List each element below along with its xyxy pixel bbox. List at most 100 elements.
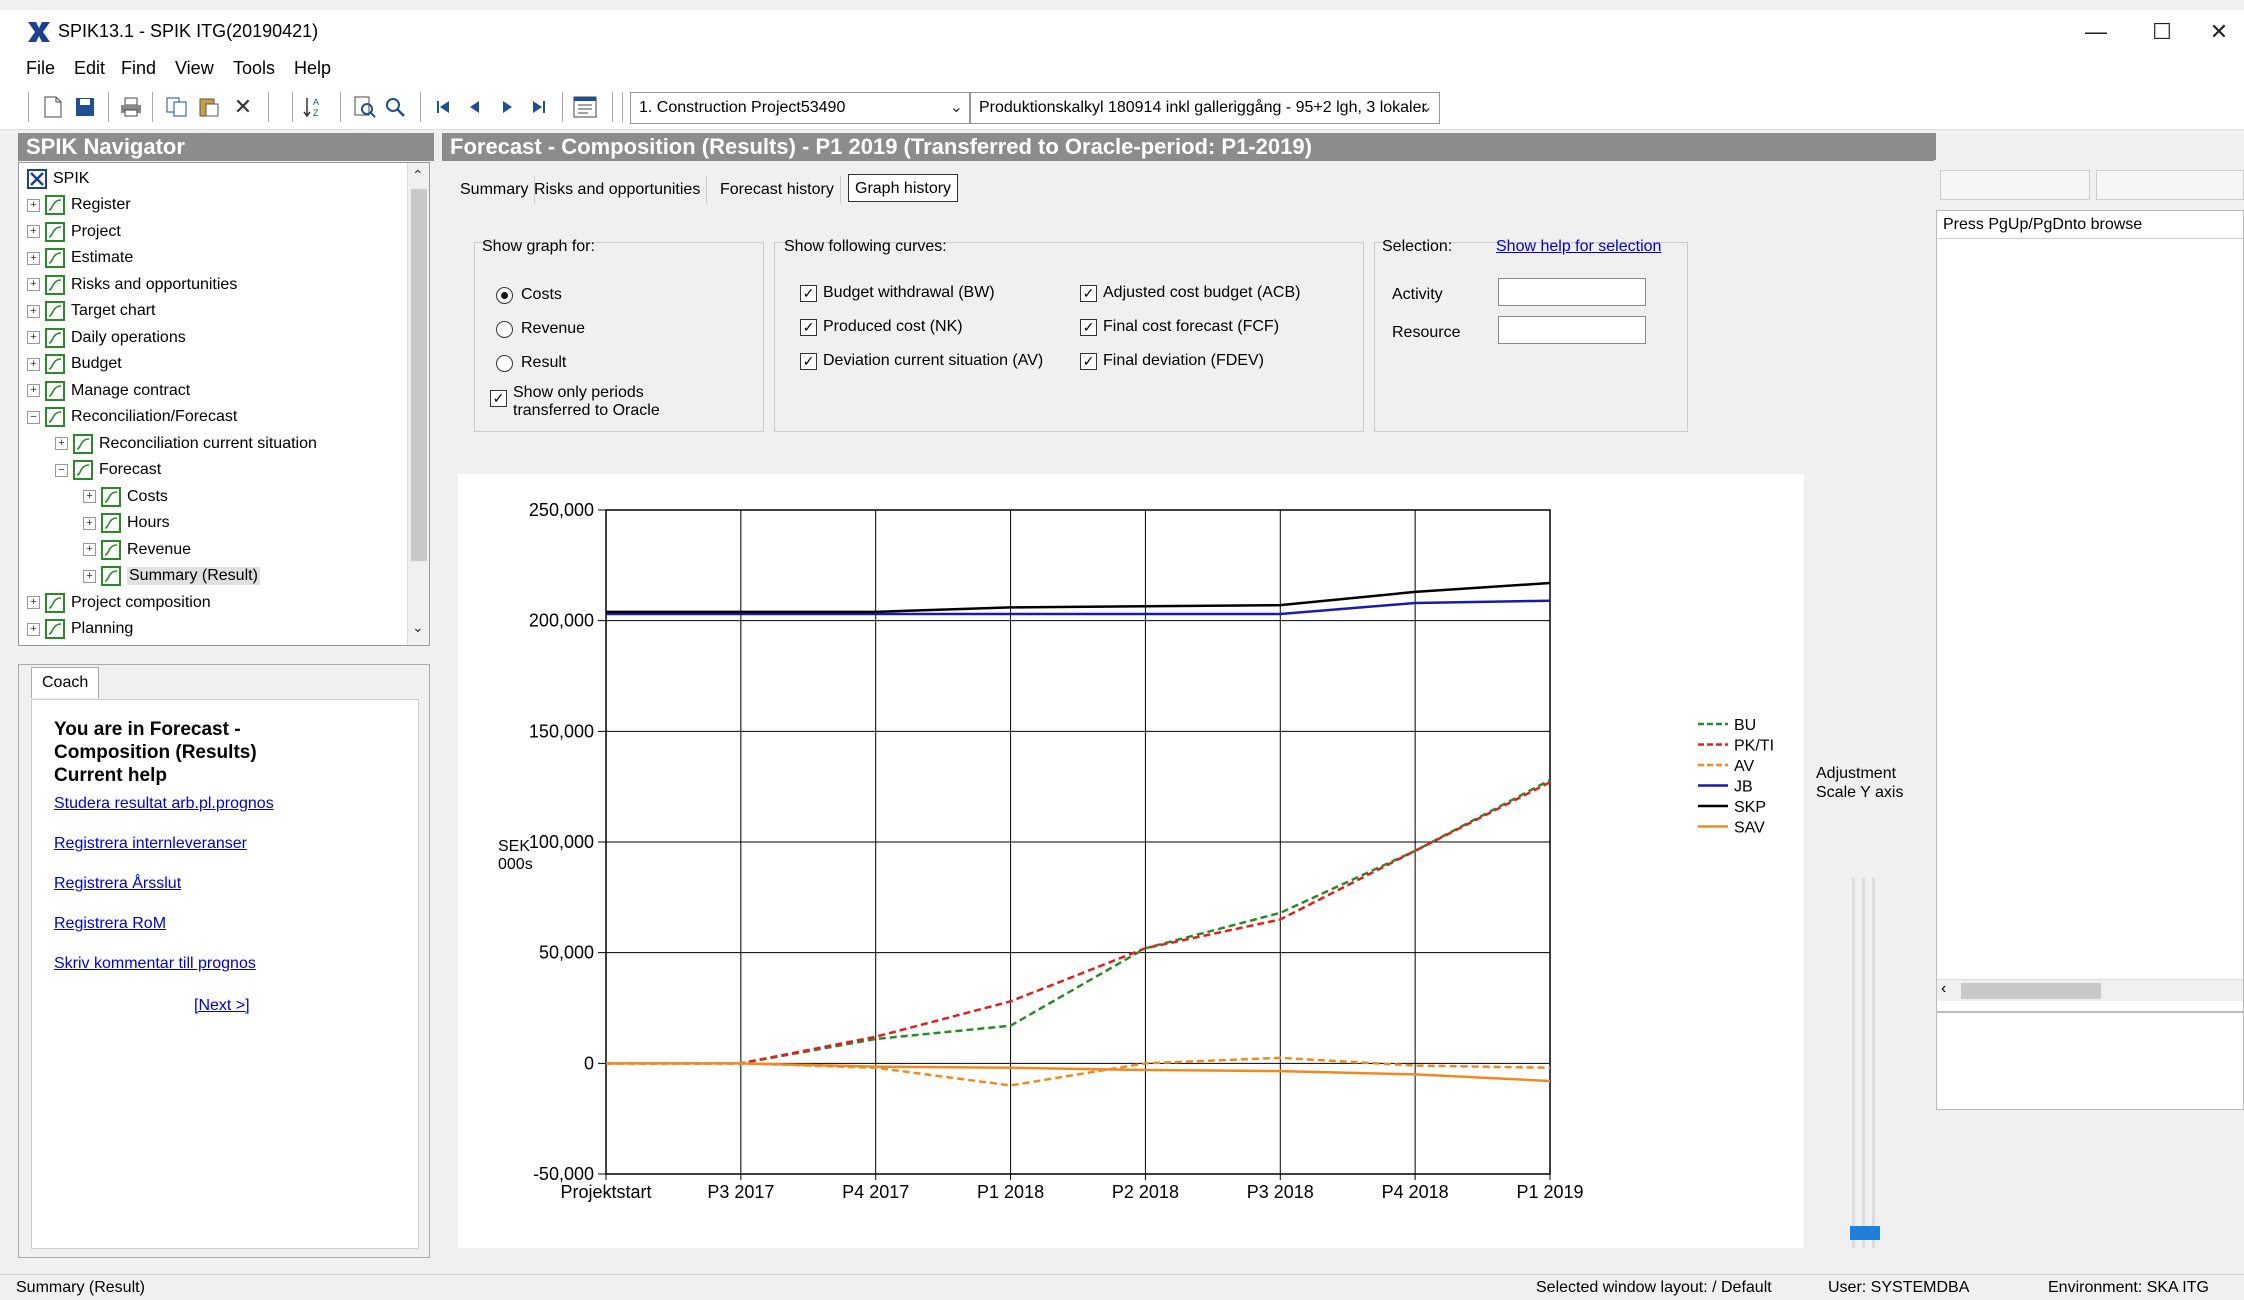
slider-thumb[interactable] xyxy=(1850,1226,1880,1240)
next-record-icon[interactable] xyxy=(494,94,520,120)
tree-item[interactable]: + Project composition xyxy=(27,591,211,615)
tree-item[interactable]: + Register xyxy=(27,193,131,217)
coach-link-1[interactable]: Studera resultat arb.pl.prognos xyxy=(54,795,396,813)
preview-icon[interactable] xyxy=(352,94,378,120)
project-select[interactable]: 1. Construction Project53490 ⌄ xyxy=(630,92,970,124)
tab-forecast-history[interactable]: Forecast history xyxy=(714,176,841,204)
chevron-up-icon[interactable]: ⌃ xyxy=(412,167,424,184)
checkbox-av[interactable]: ✓ Deviation current situation (AV) xyxy=(800,352,1043,370)
tree-item-label: Forecast xyxy=(99,461,162,478)
new-icon[interactable] xyxy=(40,94,66,120)
expand-icon[interactable]: + xyxy=(27,384,40,397)
tree-item[interactable]: + Project xyxy=(27,220,121,244)
expand-icon[interactable]: + xyxy=(83,516,96,530)
tree-item[interactable]: + Planning xyxy=(27,617,133,641)
coach-link-5[interactable]: Skriv kommentar till prognos xyxy=(54,955,396,973)
resource-field[interactable] xyxy=(1498,316,1646,344)
tree-root[interactable]: SPIK xyxy=(27,167,89,191)
previous-record-icon[interactable] xyxy=(462,94,488,120)
print-icon[interactable] xyxy=(118,94,144,120)
expand-icon[interactable]: + xyxy=(27,278,40,291)
maximize-button[interactable]: ☐ xyxy=(2130,10,2194,54)
checkbox-acb[interactable]: ✓ Adjusted cost budget (ACB) xyxy=(1080,284,1300,302)
coach-tab[interactable]: Coach xyxy=(31,667,100,698)
checkbox-fdev[interactable]: ✓ Final deviation (FDEV) xyxy=(1080,352,1264,370)
tree-item[interactable]: + Reconciliation current situation xyxy=(55,432,317,456)
delete-icon[interactable]: ✕ xyxy=(230,94,256,120)
tree-item[interactable]: + Target chart xyxy=(27,299,155,323)
tree-item[interactable]: + Manage contract xyxy=(27,379,190,403)
selection-help-link[interactable]: Show help for selection xyxy=(1496,238,1661,256)
menu-find[interactable]: Find xyxy=(121,58,156,79)
tree-item[interactable]: + Costs xyxy=(83,485,168,509)
expand-icon[interactable]: + xyxy=(27,596,40,609)
expand-icon[interactable]: + xyxy=(27,251,40,265)
only-oracle-checkbox[interactable]: ✓ Show only periods transferred to Oracle xyxy=(490,384,660,420)
tab-graph-history[interactable]: Graph history xyxy=(848,174,959,202)
tree-item[interactable]: − Reconciliation/Forecast xyxy=(27,405,237,429)
minimize-button[interactable]: — xyxy=(2064,10,2128,54)
tab-risks[interactable]: Risks and opportunities xyxy=(528,176,708,204)
expand-icon[interactable]: + xyxy=(83,569,96,583)
tab-summary[interactable]: Summary xyxy=(454,176,536,204)
last-record-icon[interactable] xyxy=(526,94,552,120)
tree-item[interactable]: + Budget xyxy=(27,352,122,376)
expand-icon[interactable]: + xyxy=(27,622,40,636)
coach-link-4[interactable]: Registrera RoM xyxy=(54,915,396,933)
menu-file[interactable]: File xyxy=(26,58,55,79)
calculation-select-value: Produktionskalkyl 180914 inkl galleriggå… xyxy=(979,99,1427,116)
checkbox-nk[interactable]: ✓ Produced cost (NK) xyxy=(800,318,963,336)
checkbox-fcf[interactable]: ✓ Final cost forecast (FCF) xyxy=(1080,318,1279,336)
coach-next-link[interactable]: [Next >] xyxy=(194,997,396,1015)
layout-icon[interactable] xyxy=(572,94,598,120)
coach-link-3[interactable]: Registrera Årsslut xyxy=(54,875,396,893)
calculation-select[interactable]: Produktionskalkyl 180914 inkl galleriggå… xyxy=(970,92,1440,124)
tree-item[interactable]: + Hours xyxy=(83,511,170,535)
tree-item[interactable]: + Daily operations xyxy=(27,326,186,350)
save-icon[interactable] xyxy=(72,94,98,120)
menu-tools[interactable]: Tools xyxy=(233,58,275,79)
sort-icon[interactable]: AZ xyxy=(302,94,328,120)
expand-icon[interactable]: + xyxy=(27,198,40,212)
tree-item[interactable]: − Forecast xyxy=(55,458,161,482)
y-scale-slider[interactable] xyxy=(1848,878,1880,1250)
tree-item[interactable]: + Estimate xyxy=(27,246,133,270)
collapse-icon[interactable]: − xyxy=(27,410,40,424)
expand-icon[interactable]: + xyxy=(27,357,40,371)
close-button[interactable]: ✕ xyxy=(2194,10,2244,54)
activity-field[interactable] xyxy=(1498,278,1646,306)
coach-link-2[interactable]: Registrera internleveranser xyxy=(54,835,396,853)
checkbox-bw[interactable]: ✓ Budget withdrawal (BW) xyxy=(800,284,995,302)
hscroll-thumb[interactable] xyxy=(1961,983,2101,999)
expand-icon[interactable]: + xyxy=(55,437,68,450)
y-tick-label: 100,000 xyxy=(529,832,594,852)
expand-icon[interactable]: + xyxy=(27,225,40,238)
paste-icon[interactable] xyxy=(196,94,222,120)
expand-icon[interactable]: + xyxy=(83,490,96,503)
menu-edit[interactable]: Edit xyxy=(74,58,105,79)
menu-view[interactable]: View xyxy=(175,58,214,79)
search-icon[interactable] xyxy=(382,94,408,120)
radio-costs[interactable]: Costs xyxy=(496,286,562,304)
scrollbar-thumb[interactable] xyxy=(411,189,427,561)
tree-node-icon xyxy=(101,486,121,507)
tree-item[interactable]: + Risks and opportunities xyxy=(27,273,237,297)
radio-result[interactable]: Result xyxy=(496,354,566,372)
first-record-icon[interactable] xyxy=(430,94,456,120)
menu-help[interactable]: Help xyxy=(294,58,331,79)
navigator-scrollbar[interactable]: ⌃ ⌄ xyxy=(407,163,429,645)
collapse-icon[interactable]: − xyxy=(55,463,68,477)
tree-node-icon xyxy=(73,460,93,480)
tree-item[interactable]: + Revenue xyxy=(83,538,191,562)
copy-icon[interactable] xyxy=(164,94,190,120)
chevron-down-icon[interactable]: ⌄ xyxy=(412,619,424,636)
right-field-1[interactable] xyxy=(1940,170,2090,200)
radio-revenue[interactable]: Revenue xyxy=(496,320,585,338)
horizontal-scrollbar[interactable]: ‹ xyxy=(1937,979,2243,1001)
expand-icon[interactable]: + xyxy=(27,331,40,344)
right-field-2[interactable] xyxy=(2096,170,2244,200)
chevron-left-icon[interactable]: ‹ xyxy=(1941,980,1946,998)
expand-icon[interactable]: + xyxy=(83,543,96,556)
tree-item[interactable]: + Summary (Result) xyxy=(83,564,260,588)
expand-icon[interactable]: + xyxy=(27,304,40,318)
